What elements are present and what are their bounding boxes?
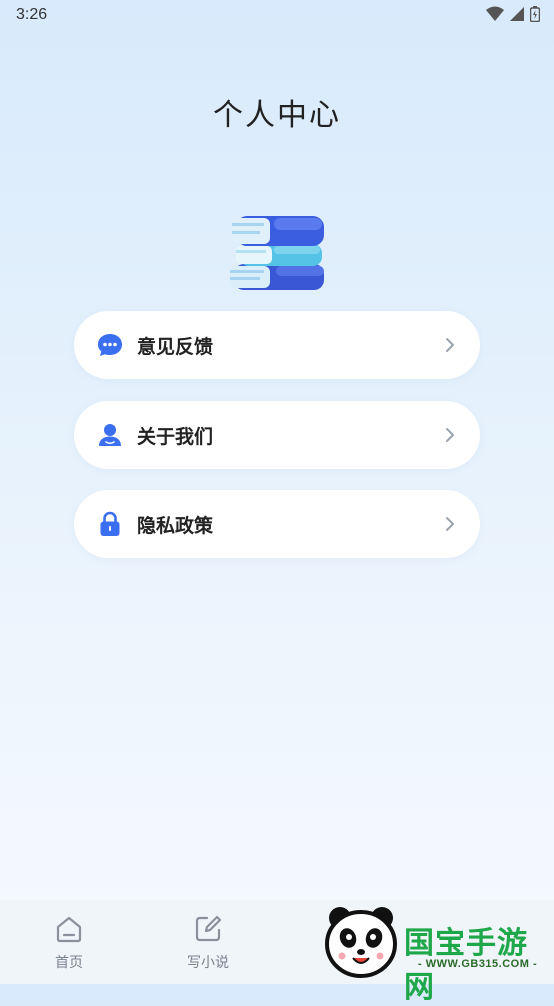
menu-item-privacy-policy[interactable]: 隐私政策 [74,490,480,558]
panda-logo [325,907,397,978]
menu-label-privacy-policy: 隐私政策 [137,514,214,537]
status-icons [486,6,540,22]
home-icon [56,916,82,943]
tab-write-novel[interactable]: 写小说 [168,914,248,972]
user-icon [97,422,123,448]
edit-icon [195,915,222,942]
tab-write-novel-label: 写小说 [187,955,229,971]
wifi-icon [486,6,504,21]
status-time: 3:26 [16,6,48,23]
chevron-right-icon [446,428,454,442]
menu-label-about-us: 关于我们 [137,425,214,448]
status-bar: 3:26 [0,0,554,32]
signal-icon [510,7,524,21]
watermark: 国宝手游网 - WWW.GB315.COM - [318,900,554,1005]
menu-item-feedback[interactable]: 意见反馈 [74,311,480,379]
menu-item-about-us[interactable]: 关于我们 [74,401,480,469]
watermark-url: - WWW.GB315.COM - [418,958,538,970]
menu-label-feedback: 意见反馈 [137,335,214,358]
chevron-right-icon [446,517,454,531]
tab-home[interactable]: 首页 [29,914,109,972]
chevron-right-icon [446,338,454,352]
battery-icon [530,6,540,22]
page-title: 个人中心 [213,98,341,133]
lock-icon [97,511,123,537]
tab-home-label: 首页 [55,955,83,971]
books-illustration [230,216,324,290]
chat-bubble-icon [97,332,123,358]
